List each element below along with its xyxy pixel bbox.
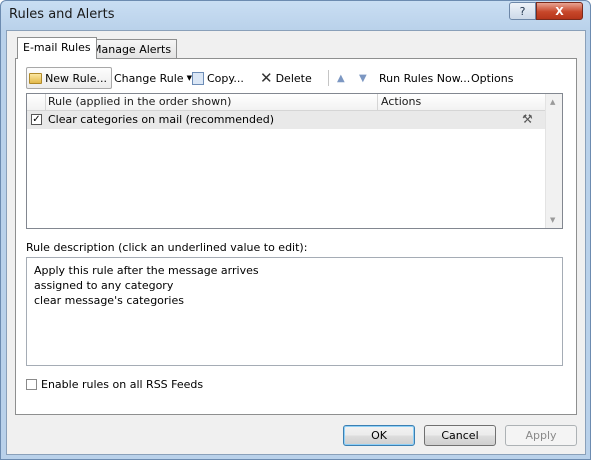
email-rules-panel: New Rule... Change Rule ▼ Copy... ✕ Dele…	[15, 58, 577, 415]
description-line: clear message's categories	[34, 294, 184, 307]
rules-list[interactable]: Rule (applied in the order shown) Action…	[26, 93, 563, 229]
ok-button[interactable]: OK	[343, 425, 415, 446]
options-label: Options	[471, 71, 514, 85]
tab-email-rules[interactable]: E-mail Rules	[17, 37, 97, 59]
move-down-button[interactable]: ▼	[359, 67, 367, 89]
move-up-button[interactable]: ▲	[337, 67, 345, 89]
cancel-button[interactable]: Cancel	[424, 425, 496, 446]
new-rule-label: New Rule...	[45, 71, 107, 85]
rule-description-box: Apply this rule after the message arrive…	[26, 257, 563, 366]
scroll-up-arrow-icon[interactable]: ▲	[550, 98, 555, 106]
description-line: Apply this rule after the message arrive…	[34, 264, 259, 277]
rule-name: Clear categories on mail (recommended)	[48, 113, 274, 126]
rules-toolbar: New Rule... Change Rule ▼ Copy... ✕ Dele…	[26, 67, 566, 89]
help-button[interactable]: ?	[509, 2, 536, 20]
rule-actions-icon[interactable]: ⚒	[522, 112, 533, 126]
run-rules-now-label: Run Rules Now...	[379, 71, 471, 85]
rules-and-alerts-window: Rules and Alerts ? X E-mail Rules Manage…	[0, 0, 591, 460]
column-header-actions[interactable]: Actions	[381, 95, 421, 108]
change-rule-label: Change Rule	[114, 71, 184, 85]
dialog-client-area: E-mail Rules Manage Alerts New Rule... C…	[6, 30, 586, 455]
change-rule-button[interactable]: Change Rule ▼	[114, 67, 192, 89]
tab-manage-alerts[interactable]: Manage Alerts	[86, 39, 178, 59]
rss-rules-label: Enable rules on all RSS Feeds	[41, 378, 204, 391]
close-icon: X	[555, 4, 564, 18]
description-line: assigned to any category	[34, 279, 174, 292]
copy-label: Copy...	[207, 71, 244, 85]
copy-button[interactable]: Copy...	[192, 67, 244, 89]
scroll-down-arrow-icon[interactable]: ▼	[550, 216, 555, 224]
apply-button[interactable]: Apply	[505, 425, 577, 446]
rule-enabled-checkbox[interactable]: ✓	[31, 114, 42, 125]
new-rule-button[interactable]: New Rule...	[26, 67, 112, 89]
new-rule-icon	[29, 72, 43, 84]
delete-label: Delete	[275, 71, 312, 85]
rules-list-header: Rule (applied in the order shown) Action…	[27, 94, 545, 111]
column-divider	[45, 94, 46, 110]
rules-list-scrollbar[interactable]: ▲ ▼	[545, 94, 562, 228]
copy-icon	[192, 71, 204, 85]
move-down-arrow-icon: ▼	[359, 72, 367, 84]
window-title: Rules and Alerts	[9, 7, 115, 22]
rss-rules-checkbox[interactable]	[26, 379, 37, 390]
rss-rules-option[interactable]: Enable rules on all RSS Feeds	[26, 378, 203, 391]
column-divider	[377, 94, 378, 110]
column-header-rule[interactable]: Rule (applied in the order shown)	[48, 95, 231, 108]
rule-description-label: Rule description (click an underlined va…	[26, 241, 308, 254]
close-button[interactable]: X	[536, 2, 583, 20]
options-button[interactable]: Options	[471, 67, 513, 89]
help-icon: ?	[519, 4, 526, 18]
toolbar-separator	[328, 70, 329, 86]
run-rules-now-button[interactable]: Run Rules Now...	[379, 67, 470, 89]
delete-icon: ✕	[260, 69, 273, 87]
move-up-arrow-icon: ▲	[337, 72, 345, 84]
rule-row[interactable]: ✓ Clear categories on mail (recommended)…	[27, 111, 545, 129]
delete-button[interactable]: ✕ Delete	[260, 67, 312, 89]
